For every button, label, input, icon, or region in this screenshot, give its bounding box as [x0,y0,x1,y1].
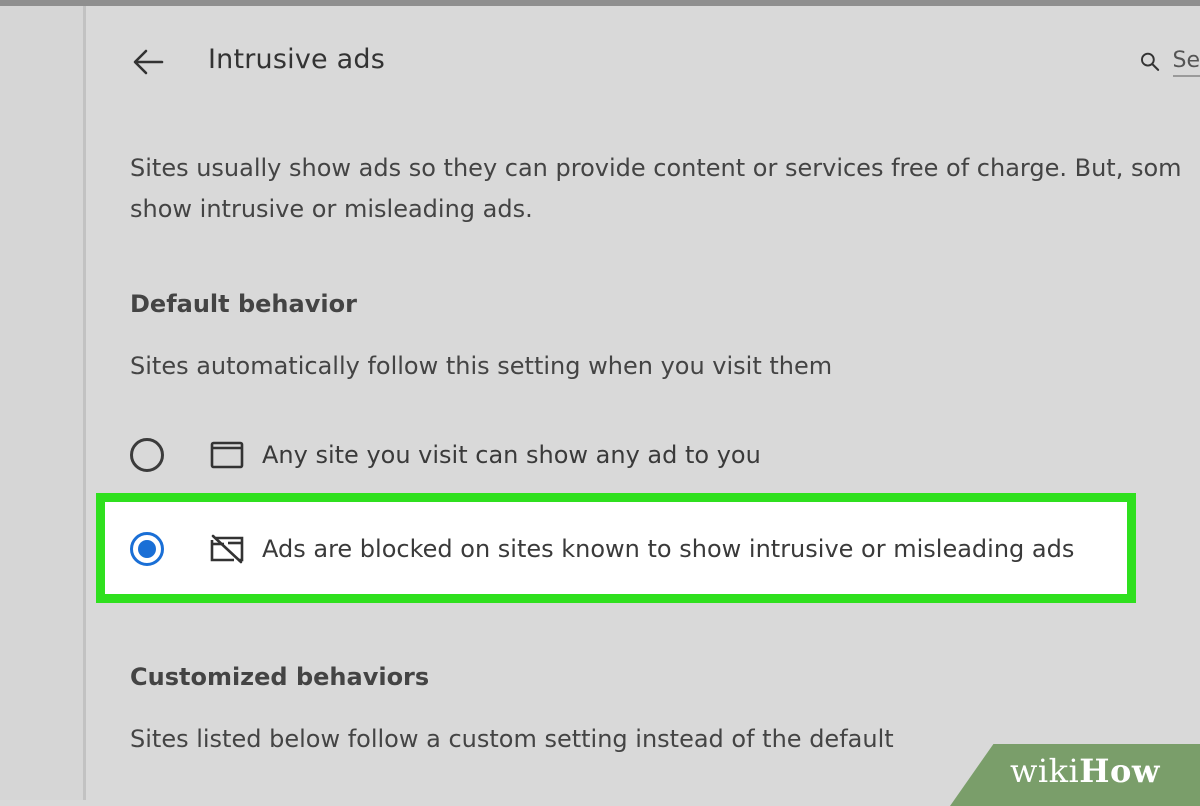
settings-window: Intrusive ads Se Sites usually show ads … [0,0,1200,800]
default-behavior-heading: Default behavior [130,290,357,318]
search-box[interactable]: Se [1140,42,1200,82]
search-input[interactable]: Se [1173,48,1200,77]
option-allow-all-ads-label: Any site you visit can show any ad to yo… [262,441,761,469]
radio-selected-dot [138,540,156,558]
wikihow-logo-wiki: wiki [1010,752,1079,790]
radio-block-intrusive-ads[interactable] [130,532,164,566]
default-behavior-subtext: Sites automatically follow this setting … [130,352,832,380]
option-block-intrusive-ads[interactable]: Ads are blocked on sites known to show i… [130,524,1074,574]
radio-allow-all-ads[interactable] [130,438,164,472]
customized-behaviors-subtext: Sites listed below follow a custom setti… [130,725,894,753]
wikihow-logo-how: How [1079,752,1160,790]
description-line-1: Sites usually show ads so they can provi… [130,148,1200,189]
window-icon [210,440,244,470]
ads-blocked-icon [210,534,244,564]
page-description: Sites usually show ads so they can provi… [130,148,1200,230]
left-sidebar [0,6,86,800]
description-line-2: show intrusive or misleading ads. [130,189,1200,230]
arrow-left-icon [132,48,164,76]
back-button[interactable] [128,42,168,82]
option-block-intrusive-ads-label: Ads are blocked on sites known to show i… [262,535,1074,563]
search-icon [1140,49,1161,75]
option-allow-all-ads[interactable]: Any site you visit can show any ad to yo… [130,430,761,480]
wikihow-logo: wikiHow [1010,752,1160,790]
customized-behaviors-heading: Customized behaviors [130,663,429,691]
page-title: Intrusive ads [208,44,385,75]
